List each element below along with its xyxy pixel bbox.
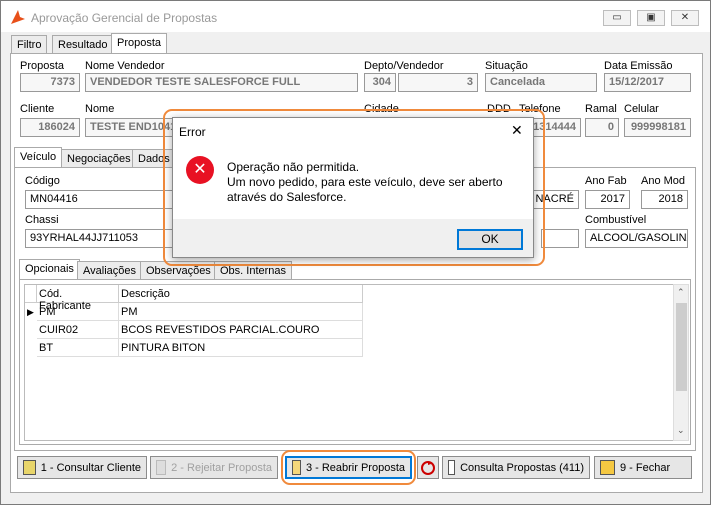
combustivel-label: Combustível — [585, 214, 647, 226]
tab-negociacoes[interactable]: Negociações — [61, 149, 137, 168]
window-title: Aprovação Gerencial de Propostas — [31, 11, 218, 25]
consulta-propostas-button[interactable]: Consulta Propostas (411) — [442, 456, 590, 479]
proposta-field[interactable]: 7373 — [20, 73, 80, 92]
vertical-scrollbar[interactable]: ⌃ ⌄ — [673, 284, 689, 441]
dialog-title: Error — [179, 125, 206, 139]
refresh-icon — [421, 460, 435, 475]
chassi-field[interactable]: 93YRHAL44JJ711053 — [25, 229, 173, 248]
consultar-cliente-button[interactable]: 1 - Consultar Cliente — [17, 456, 147, 479]
cell-codigo: CUIR02 — [37, 321, 119, 339]
rejeitar-proposta-button[interactable]: 2 - Rejeitar Proposta — [150, 456, 278, 479]
exit-door-icon — [600, 460, 615, 475]
rejeitar-proposta-label: 2 - Rejeitar Proposta — [171, 461, 272, 474]
cell-codigo: PM — [37, 303, 119, 321]
fechar-label: 9 - Fechar — [620, 461, 671, 474]
ano-mod-field[interactable]: 2018 — [641, 190, 688, 209]
nome-vendedor-field[interactable]: VENDEDOR TESTE SALESFORCE FULL — [85, 73, 358, 92]
scroll-down-icon[interactable]: ⌄ — [677, 425, 685, 436]
folder-open-icon — [292, 460, 301, 475]
ramal-label: Ramal — [585, 103, 617, 115]
cell-descricao: BCOS REVESTIDOS PARCIAL.COURO — [119, 321, 363, 339]
vendedor-field[interactable]: 3 — [398, 73, 478, 92]
dialog-message-line1: Operação não permitida. — [227, 160, 360, 174]
reabrir-proposta-label: 3 - Reabrir Proposta — [305, 461, 405, 474]
tab-proposta[interactable]: Proposta — [111, 33, 168, 54]
maximize-button[interactable]: ▣ — [637, 10, 665, 26]
cliente-label: Cliente — [20, 103, 55, 115]
situacao-label: Situação — [485, 60, 528, 72]
codigo-label: Código — [25, 175, 60, 187]
consultar-cliente-label: 1 - Consultar Cliente — [40, 461, 141, 474]
depto-field[interactable]: 304 — [364, 73, 396, 92]
proposta-label: Proposta — [20, 60, 65, 72]
opcionais-grid: Cód. Fabricante Descrição ▶ PM PM CUIR02… — [24, 284, 674, 441]
cell-descricao: PINTURA BITON — [119, 339, 363, 357]
minimize-button[interactable]: ▭ — [603, 10, 631, 26]
error-icon: ✕ — [186, 156, 214, 184]
error-dialog: Error ✕ ✕ Operação não permitida. Um nov… — [172, 117, 534, 258]
scroll-up-icon[interactable]: ⌃ — [677, 287, 685, 298]
fechar-button[interactable]: 9 - Fechar — [594, 456, 692, 479]
cliente-field[interactable]: 186024 — [20, 118, 80, 137]
data-emissao-field[interactable]: 15/12/2017 — [604, 73, 691, 92]
reject-icon — [156, 460, 167, 475]
grid-header-codigo[interactable]: Cód. Fabricante — [37, 285, 119, 312]
ramal-field[interactable]: 0 — [585, 118, 619, 137]
client-icon — [23, 460, 36, 475]
refresh-button[interactable] — [417, 456, 439, 479]
ok-button[interactable]: OK — [457, 229, 523, 250]
close-button[interactable]: ✕ — [671, 10, 699, 26]
cell-codigo: BT — [37, 339, 119, 357]
tab-resultado[interactable]: Resultado — [52, 35, 114, 54]
scroll-thumb[interactable] — [676, 303, 687, 391]
combustivel-field[interactable]: ALCOOL/GASOLINA — [585, 229, 688, 248]
dialog-message-line3: através do Salesforce. — [227, 190, 347, 204]
search-docs-icon — [448, 460, 456, 475]
cell-descricao: PM — [119, 303, 363, 321]
table-row[interactable]: CUIR02 BCOS REVESTIDOS PARCIAL.COURO — [25, 321, 363, 339]
tab-avaliacoes[interactable]: Avaliações — [77, 261, 142, 280]
nome-vendedor-label: Nome Vendedor — [85, 60, 165, 72]
ano-fab-label: Ano Fab — [585, 175, 627, 187]
nome-cliente-label: Nome — [85, 103, 115, 115]
situacao-field[interactable]: Cancelada — [485, 73, 597, 92]
tab-veiculo[interactable]: Veículo — [14, 147, 63, 168]
table-row[interactable]: ▶ PM PM — [25, 303, 363, 321]
grid-indicator-header — [25, 285, 37, 303]
table-row[interactable]: BT PINTURA BITON — [25, 339, 363, 357]
chassi-label: Chassi — [25, 214, 59, 226]
data-emissao-label: Data Emissão — [604, 60, 673, 72]
celular-label: Celular — [624, 103, 659, 115]
tab-opcionais[interactable]: Opcionais — [19, 259, 80, 280]
celular-field[interactable]: 999998181 — [624, 118, 691, 137]
row-pointer-icon: ▶ — [27, 307, 34, 317]
depto-label: Depto/Vendedor — [364, 60, 444, 72]
app-logo-icon — [11, 10, 25, 24]
ano-mod-label: Ano Mod — [641, 175, 686, 187]
title-bar: Aprovação Gerencial de Propostas ▭ ▣ ✕ — [1, 1, 710, 32]
ano-fab-field[interactable]: 2017 — [585, 190, 630, 209]
grid-header-descricao[interactable]: Descrição — [119, 285, 363, 303]
consulta-propostas-label: Consulta Propostas (411) — [460, 461, 584, 474]
dialog-message-line2: Um novo pedido, para este veículo, deve … — [227, 175, 503, 189]
extra-field[interactable] — [541, 229, 579, 248]
tab-filtro[interactable]: Filtro — [11, 35, 48, 54]
codigo-field[interactable]: MN04416 — [25, 190, 173, 209]
dialog-close-icon[interactable]: ✕ — [511, 122, 523, 139]
reabrir-proposta-button[interactable]: 3 - Reabrir Proposta — [285, 456, 412, 479]
